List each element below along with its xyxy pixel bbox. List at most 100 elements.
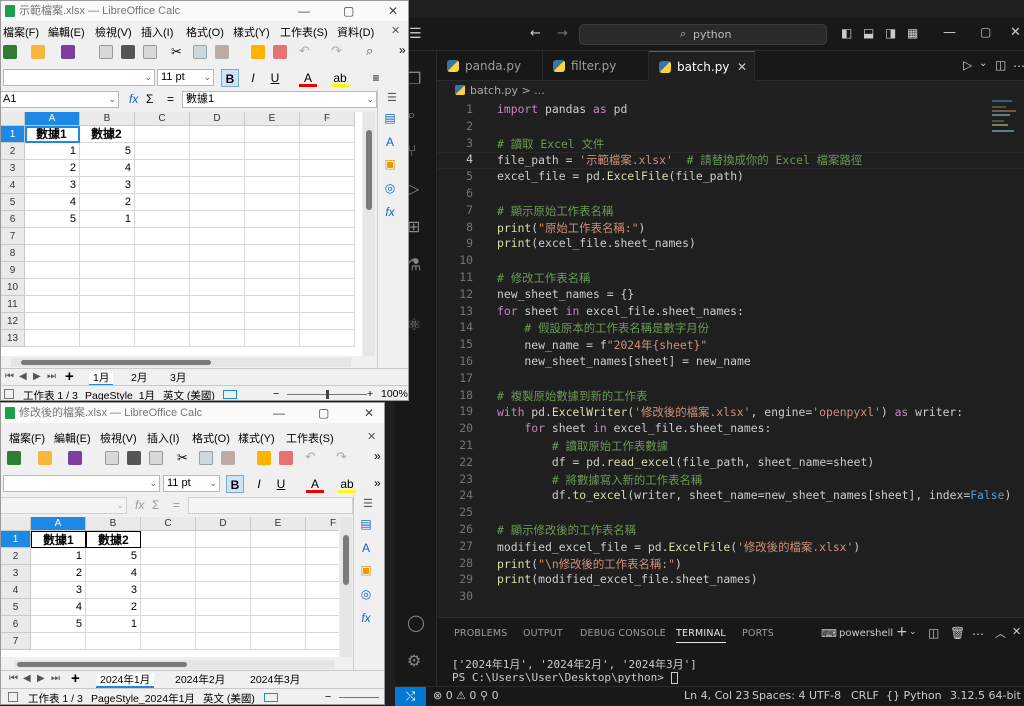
cell[interactable] — [196, 599, 251, 616]
cell[interactable] — [190, 313, 245, 330]
cell[interactable]: 1 — [80, 211, 135, 228]
menu-sheet[interactable]: 工作表(S) — [280, 24, 328, 40]
cell[interactable]: 4 — [86, 565, 141, 582]
menu-view[interactable]: 檢視(V) — [100, 430, 137, 446]
font-color-button[interactable]: A — [299, 69, 317, 87]
warnings-status[interactable]: ⚠ 0 — [456, 689, 476, 702]
cell[interactable] — [190, 211, 245, 228]
export-pdf-icon[interactable] — [105, 451, 119, 465]
cell[interactable] — [190, 262, 245, 279]
save-icon[interactable] — [68, 451, 82, 465]
spreadsheet-grid[interactable]: A B C D E F 1 數據1 數據2 2 1 5 3 2 4 4 3 3 5 4 2 6 5 1 7 8 9 10 11 12 13 — [1, 112, 362, 356]
row-header[interactable]: 13 — [1, 330, 25, 347]
cell[interactable] — [245, 262, 300, 279]
cell[interactable] — [300, 211, 355, 228]
cell[interactable] — [300, 279, 355, 296]
panel-tab-ports[interactable]: PORTS — [742, 628, 774, 639]
properties-icon[interactable]: ▤ — [358, 517, 374, 533]
row-header[interactable]: 2 — [1, 548, 31, 565]
zoom-out-icon[interactable]: − — [273, 388, 279, 400]
formula-input[interactable]: 數據1 ⌄ — [182, 91, 377, 108]
cell[interactable] — [245, 279, 300, 296]
font-name-select[interactable]: ⌄ — [3, 69, 155, 86]
cell[interactable]: 2 — [86, 599, 141, 616]
code-line[interactable]: print("原始工作表名稱:") — [497, 220, 645, 236]
cell[interactable] — [141, 548, 196, 565]
code-line[interactable]: import pandas as pd — [497, 102, 627, 116]
cell[interactable] — [135, 313, 190, 330]
cell[interactable] — [141, 582, 196, 599]
vertical-scrollbar[interactable] — [340, 517, 352, 657]
column-header[interactable]: F — [306, 517, 339, 531]
cell[interactable] — [135, 194, 190, 211]
cell[interactable] — [251, 599, 306, 616]
vertical-scrollbar[interactable] — [363, 112, 375, 356]
minimize-icon[interactable]: — — [943, 25, 956, 40]
row-header[interactable]: 1 — [1, 531, 31, 548]
scroll-thumb[interactable] — [21, 360, 211, 365]
cell[interactable] — [300, 143, 355, 160]
cell[interactable] — [80, 313, 135, 330]
close-icon[interactable]: ✕ — [1010, 25, 1021, 40]
cell[interactable] — [190, 143, 245, 160]
new-doc-icon[interactable] — [7, 451, 21, 465]
paste-icon[interactable] — [221, 451, 235, 465]
cell[interactable] — [25, 262, 80, 279]
cell[interactable] — [135, 177, 190, 194]
cell[interactable] — [300, 330, 355, 347]
zoom-level[interactable]: 100% — [381, 388, 408, 400]
menu-sheet[interactable]: 工作表(S) — [286, 430, 334, 446]
open-folder-icon[interactable] — [38, 451, 52, 465]
code-line[interactable]: with pd.ExcelWriter('修改後的檔案.xlsx', engin… — [497, 404, 963, 420]
command-search-box[interactable]: ⌕ python — [579, 24, 827, 45]
cell[interactable] — [80, 279, 135, 296]
more-toolbar-icon[interactable]: » — [399, 43, 406, 57]
menu-file[interactable]: 檔案(F) — [3, 24, 39, 40]
cell[interactable]: 5 — [86, 548, 141, 565]
cell[interactable]: 5 — [31, 616, 86, 633]
explorer-icon[interactable]: ❐ — [407, 69, 421, 88]
sheet-tab-3[interactable]: 2024年3月 — [246, 673, 304, 688]
close-icon[interactable]: ✕ — [388, 1, 398, 21]
cell[interactable] — [245, 126, 300, 143]
cell[interactable] — [141, 616, 196, 633]
cell[interactable] — [300, 194, 355, 211]
extensions-icon[interactable]: ⊞ — [407, 217, 420, 236]
cell[interactable]: 4 — [25, 194, 80, 211]
row-header[interactable]: 6 — [1, 616, 31, 633]
horizontal-scrollbar[interactable] — [11, 358, 351, 367]
cell[interactable] — [31, 633, 86, 650]
cursor-position[interactable]: Ln 4, Col 23 — [684, 689, 750, 702]
column-header[interactable]: E — [251, 517, 306, 531]
print-icon[interactable] — [121, 45, 135, 59]
code-line[interactable]: print(modified_excel_file.sheet_names) — [497, 572, 758, 586]
cell[interactable] — [135, 262, 190, 279]
prev-sheet-icon[interactable]: ◀ — [23, 673, 31, 684]
column-header[interactable]: B — [80, 112, 135, 126]
split-editor-icon[interactable]: ◫ — [995, 58, 1006, 72]
cell[interactable] — [80, 245, 135, 262]
clear-formatting-icon[interactable] — [279, 451, 293, 465]
next-sheet-icon[interactable]: ▶ — [37, 673, 45, 684]
code-line[interactable]: file_path = '示範檔案.xlsx' # 請替換成你的 Excel 檔… — [497, 152, 862, 168]
language[interactable]: 英文 (美國) — [203, 691, 255, 704]
code-line[interactable]: # 顯示原始工作表名稱 — [497, 203, 613, 219]
cell[interactable] — [25, 245, 80, 262]
indentation[interactable]: Spaces: 4 — [752, 689, 805, 702]
code-line[interactable]: for sheet in excel_file.sheet_names: — [497, 421, 771, 435]
cell[interactable] — [190, 228, 245, 245]
function-wizard-icon[interactable]: fx — [135, 498, 144, 512]
cell[interactable] — [141, 633, 196, 650]
more-actions-icon[interactable]: … — [1013, 56, 1024, 70]
new-doc-icon[interactable] — [3, 45, 17, 59]
sheet-tab-1[interactable]: 2024年1月 — [96, 673, 155, 688]
cell[interactable] — [300, 313, 355, 330]
cell[interactable] — [190, 194, 245, 211]
paste-icon[interactable] — [215, 45, 229, 59]
functions-icon[interactable]: fx — [382, 205, 398, 221]
cell[interactable] — [251, 582, 306, 599]
cell[interactable]: 2 — [25, 160, 80, 177]
close-document-icon[interactable]: ✕ — [391, 24, 400, 37]
sheet-tab-1[interactable]: 1月 — [89, 371, 114, 386]
column-header[interactable]: D — [190, 112, 245, 126]
